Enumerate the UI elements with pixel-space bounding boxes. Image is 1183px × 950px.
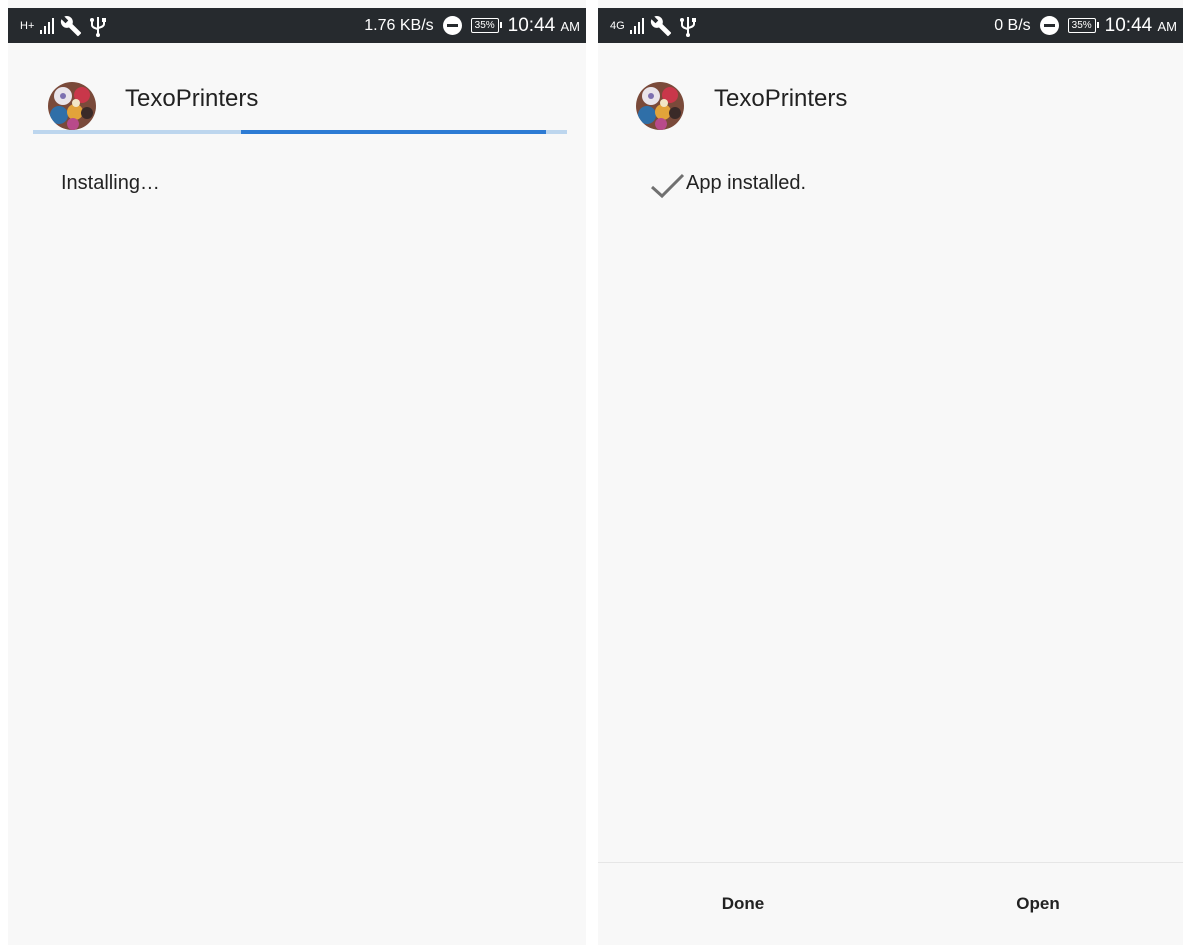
app-icon	[48, 82, 96, 130]
installing-screen: H+ 1.76 KB/s 35% 10:44 AM TexoPrinters I…	[8, 0, 586, 945]
network-type: H+	[20, 19, 35, 32]
dnd-icon	[1039, 16, 1059, 35]
battery-icon: 35%	[470, 18, 502, 33]
install-progress-bar	[33, 130, 567, 134]
app-header: TexoPrinters	[598, 70, 1183, 130]
installed-screen: 4G 0 B/s 35% 10:44 AM TexoPrinters App i…	[598, 0, 1183, 945]
wrench-icon	[60, 15, 82, 37]
clock-time: 10:44	[507, 14, 556, 36]
status-bar: 4G 0 B/s 35% 10:44 AM	[598, 8, 1183, 43]
clock: 10:44 AM	[508, 15, 580, 37]
signal-icon	[630, 17, 644, 34]
usb-icon	[88, 15, 108, 37]
app-name: TexoPrinters	[714, 85, 848, 112]
install-progress-indicator	[241, 130, 546, 134]
app-icon	[636, 82, 684, 130]
check-icon	[649, 170, 685, 205]
app-name: TexoPrinters	[125, 85, 259, 112]
dnd-icon	[442, 16, 462, 35]
usb-icon	[678, 15, 698, 37]
battery-icon: 35%	[1067, 18, 1099, 33]
done-button[interactable]: Done	[598, 863, 888, 945]
installed-status: App installed.	[686, 172, 807, 194]
network-type: 4G	[610, 19, 625, 32]
wrench-icon	[650, 15, 672, 37]
clock-suffix: AM	[560, 18, 581, 34]
clock: 10:44 AM	[1105, 15, 1177, 37]
installing-status: Installing…	[61, 172, 160, 194]
data-speed: 1.76 KB/s	[364, 16, 434, 34]
open-button[interactable]: Open	[893, 863, 1183, 945]
status-bar: H+ 1.76 KB/s 35% 10:44 AM	[8, 8, 586, 43]
clock-suffix: AM	[1157, 18, 1178, 34]
signal-icon	[40, 17, 54, 34]
data-speed: 0 B/s	[994, 16, 1031, 34]
app-header: TexoPrinters	[8, 70, 586, 130]
clock-time: 10:44	[1104, 14, 1153, 36]
action-bar: Done Open	[598, 862, 1183, 945]
